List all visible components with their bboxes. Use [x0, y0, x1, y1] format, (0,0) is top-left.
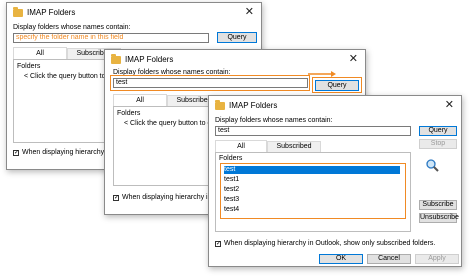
query-button[interactable]: Query [217, 32, 257, 43]
tab-all[interactable]: All [215, 140, 267, 152]
list-item[interactable]: test [224, 166, 400, 174]
list-item[interactable]: test3 [224, 196, 239, 204]
tab-all[interactable]: All [113, 94, 167, 106]
folder-filter-input[interactable]: specify the folder name in this field [13, 33, 209, 43]
close-icon[interactable]: ✕ [349, 52, 358, 65]
folders-label: Folders [117, 110, 141, 117]
folders-label: Folders [219, 155, 243, 162]
apply-button[interactable]: Apply [415, 254, 459, 264]
subscribed-only-checkbox[interactable]: ✓ [215, 241, 221, 247]
folders-list[interactable]: test test1 test2 test3 test4 [224, 166, 400, 216]
filter-label: Display folders whose names contain: [13, 24, 131, 31]
close-icon[interactable]: ✕ [245, 5, 254, 18]
list-item[interactable]: test2 [224, 186, 239, 194]
close-icon[interactable]: ✕ [445, 98, 454, 111]
subscribed-only-checkbox[interactable]: ✓ [113, 195, 119, 201]
title-bar: IMAP Folders ✕ [209, 96, 461, 116]
folder-icon [111, 54, 121, 64]
folders-group: Folders test test1 test2 test3 test4 [215, 152, 411, 232]
unsubscribe-button[interactable]: Unsubscribe [419, 213, 459, 223]
folder-icon [13, 7, 23, 17]
ok-button[interactable]: OK [319, 254, 363, 264]
folder-filter-input[interactable]: test [215, 126, 411, 136]
subscribe-button[interactable]: Subscribe [419, 200, 457, 210]
stop-button[interactable]: Stop [419, 139, 457, 149]
checkbox-label: When displaying hierarchy in Outlook, sh… [224, 240, 436, 247]
title-bar: IMAP Folders ✕ [105, 50, 365, 70]
dialog-title: IMAP Folders [229, 101, 278, 110]
list-item[interactable]: test4 [224, 206, 239, 214]
list-item[interactable]: test1 [224, 176, 239, 184]
tab-subscribed[interactable]: Subscribed [267, 141, 321, 152]
cancel-button[interactable]: Cancel [367, 254, 411, 264]
filter-label: Display folders whose names contain: [215, 117, 333, 124]
imap-folders-dialog-3: IMAP Folders ✕ Display folders whose nam… [208, 95, 462, 267]
search-icon [426, 159, 439, 172]
query-button[interactable]: Query [419, 126, 457, 136]
dialog-title: IMAP Folders [125, 55, 174, 64]
query-highlight [312, 77, 362, 93]
tab-all[interactable]: All [13, 47, 67, 59]
title-bar: IMAP Folders ✕ [7, 3, 261, 23]
folder-icon [215, 100, 225, 110]
folders-label: Folders [17, 63, 41, 70]
subscribed-only-checkbox[interactable]: ✓ [13, 150, 19, 156]
filter-highlight [110, 75, 310, 91]
dialog-title: IMAP Folders [27, 8, 76, 17]
